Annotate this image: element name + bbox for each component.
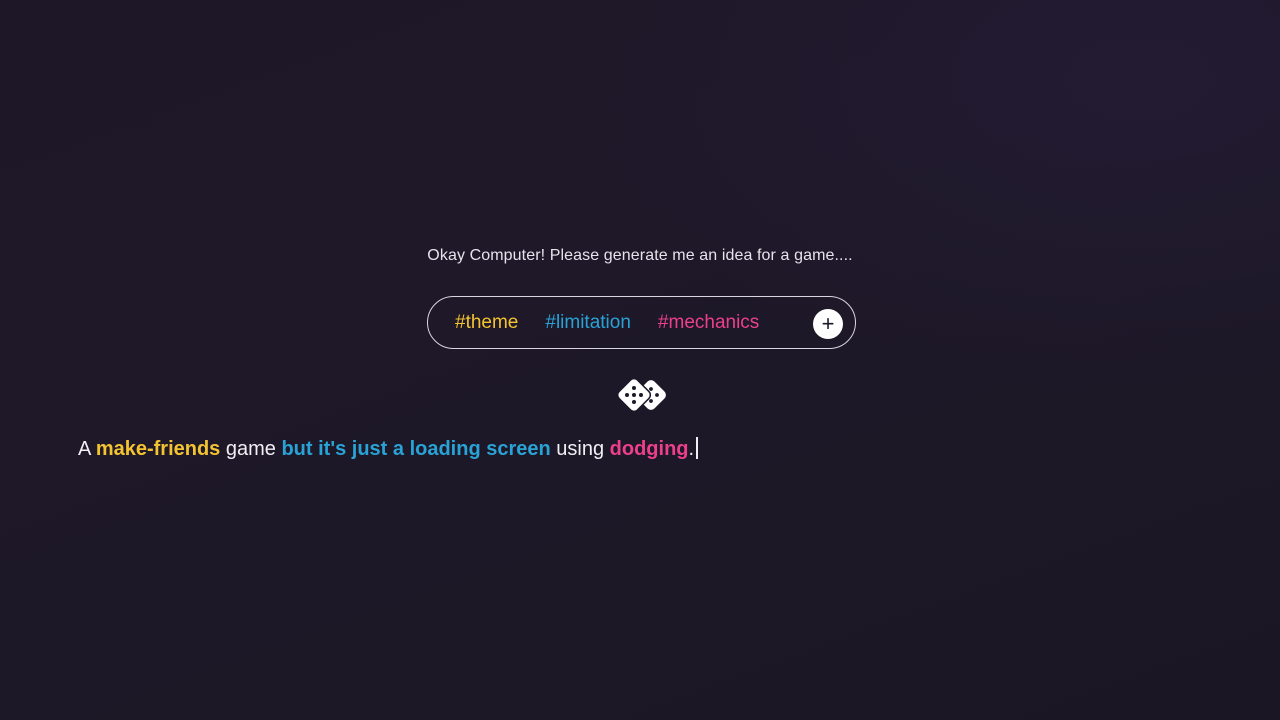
idea-connector: using [556, 438, 605, 460]
tag-mechanics[interactable]: #mechanics [658, 312, 759, 334]
idea-theme: make-friends [95, 438, 221, 460]
tag-limitation[interactable]: #limitation [545, 312, 631, 334]
idea-prefix: A [78, 438, 91, 460]
add-tag-button[interactable]: + [813, 309, 843, 339]
tag-bar: #theme #limitation #mechanics + [427, 296, 856, 349]
tag-theme[interactable]: #theme [455, 312, 518, 334]
idea-mechanics: dodging [609, 438, 689, 460]
dice-icon[interactable] [615, 376, 671, 414]
text-caret [696, 437, 699, 459]
idea-suffix: . [688, 438, 695, 460]
generated-idea: A make-friends game but it's just a load… [78, 437, 699, 461]
prompt-text: Okay Computer! Please generate me an ide… [427, 247, 853, 264]
dice-svg [616, 377, 666, 413]
plus-icon: + [821, 311, 835, 336]
idea-limitation: but it's just a loading screen [281, 438, 551, 460]
idea-middle: game [225, 438, 276, 460]
